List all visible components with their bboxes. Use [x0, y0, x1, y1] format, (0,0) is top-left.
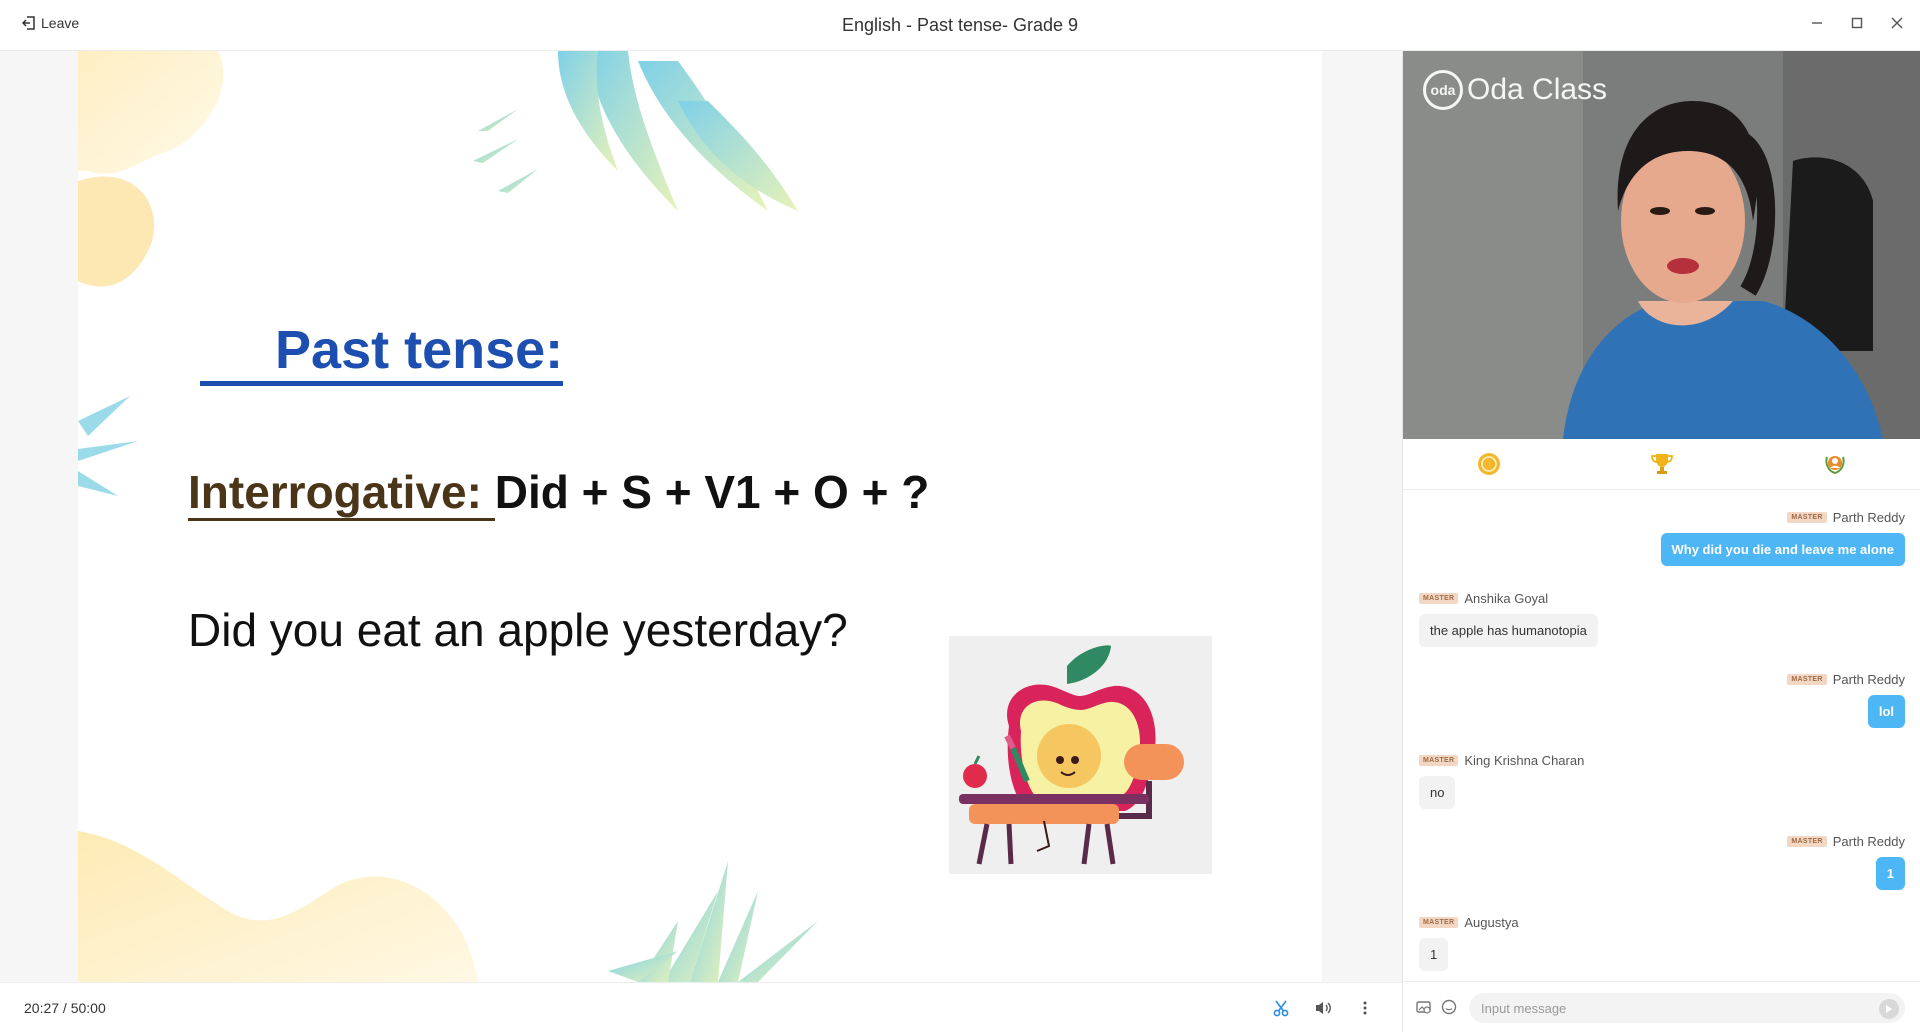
- interrogative-label: Interrogative:: [188, 466, 495, 521]
- message-input[interactable]: [1469, 993, 1905, 1023]
- teacher-video: oda Oda Class: [1403, 51, 1920, 439]
- chat-message: MASTER Augustya 1: [1419, 915, 1905, 971]
- sender-name: Augustya: [1464, 915, 1519, 930]
- picture-icon[interactable]: [1415, 998, 1433, 1016]
- role-badge: MASTER: [1787, 512, 1827, 523]
- oda-logo-text: Oda Class: [1467, 73, 1608, 106]
- role-badge: MASTER: [1419, 593, 1459, 604]
- side-panel: oda Oda Class MASTER Parth Reddy Why did …: [1402, 51, 1920, 1032]
- chat-message: MASTER Parth Reddy 1: [1419, 834, 1905, 890]
- message-bubble: no: [1419, 776, 1456, 809]
- side-tabs: [1403, 439, 1920, 490]
- playback-controls: [1270, 997, 1376, 1019]
- close-icon[interactable]: [1888, 14, 1906, 32]
- trophy-icon[interactable]: [1648, 450, 1676, 478]
- role-badge: MASTER: [1787, 836, 1827, 847]
- oda-class-logo: oda Oda Class: [1423, 70, 1607, 110]
- sender-name: Parth Reddy: [1832, 672, 1905, 687]
- slide-stage: Past tense: Interrogative: Did + S + V1 …: [0, 51, 1402, 982]
- example-sentence: Did you eat an apple yesterday?: [188, 604, 848, 656]
- chat-message: MASTER Parth Reddy lol: [1419, 672, 1905, 728]
- chat-message: MASTER Anshika Goyal the apple has humano…: [1419, 591, 1905, 647]
- sender-name: Anshika Goyal: [1464, 591, 1549, 606]
- medal-icon[interactable]: [1821, 450, 1849, 478]
- slide: Past tense: Interrogative: Did + S + V1 …: [78, 51, 1322, 982]
- chat-message: MASTER Parth Reddy Why did you die and le…: [1419, 510, 1905, 566]
- window-title: English - Past tense- Grade 9: [841, 15, 1079, 35]
- elapsed-time: 20:27: [24, 1000, 60, 1016]
- interrogative-formula: Did + S + V1 + O + ?: [494, 466, 930, 518]
- volume-icon[interactable]: [1312, 997, 1334, 1019]
- chat-message: MASTER King Krishna Charan no: [1419, 753, 1905, 809]
- playback-bar: 20:27 / 50:00: [0, 982, 1402, 1032]
- minimize-icon[interactable]: [1808, 14, 1826, 32]
- message-bubble: Why did you die and leave me alone: [1660, 533, 1905, 566]
- sender-name: Parth Reddy: [1832, 834, 1905, 849]
- window-controls: [1808, 14, 1906, 32]
- class-timer: 20:27 / 50:00: [24, 1000, 106, 1016]
- message-bubble: lol: [1867, 695, 1905, 728]
- interrogative-line: Interrogative: Did + S + V1 + O + ?: [188, 466, 930, 521]
- sender-name: King Krishna Charan: [1464, 753, 1585, 768]
- maximize-icon[interactable]: [1848, 14, 1866, 32]
- message-bubble: the apple has humanotopia: [1419, 614, 1598, 647]
- send-icon[interactable]: [1879, 999, 1899, 1019]
- chat-list: MASTER Parth Reddy Why did you die and le…: [1403, 491, 1920, 981]
- more-options-icon[interactable]: [1354, 997, 1376, 1019]
- slide-title: Past tense:: [200, 321, 564, 386]
- message-bubble: 1: [1875, 857, 1905, 890]
- apple-illustration: [949, 636, 1212, 874]
- time-separator: /: [59, 1000, 71, 1016]
- scissors-icon[interactable]: [1270, 997, 1292, 1019]
- oda-logo-mark: oda: [1423, 70, 1463, 110]
- title-bar: Leave English - Past tense- Grade 9: [0, 0, 1920, 51]
- sender-name: Parth Reddy: [1832, 510, 1905, 525]
- oda-coin-icon[interactable]: [1475, 450, 1503, 478]
- chat-input-bar: [1403, 981, 1920, 1032]
- total-time: 50:00: [70, 1000, 106, 1016]
- emoji-icon[interactable]: [1440, 998, 1458, 1016]
- message-bubble: 1: [1419, 938, 1449, 971]
- role-badge: MASTER: [1419, 917, 1459, 928]
- role-badge: MASTER: [1419, 755, 1459, 766]
- role-badge: MASTER: [1787, 674, 1827, 685]
